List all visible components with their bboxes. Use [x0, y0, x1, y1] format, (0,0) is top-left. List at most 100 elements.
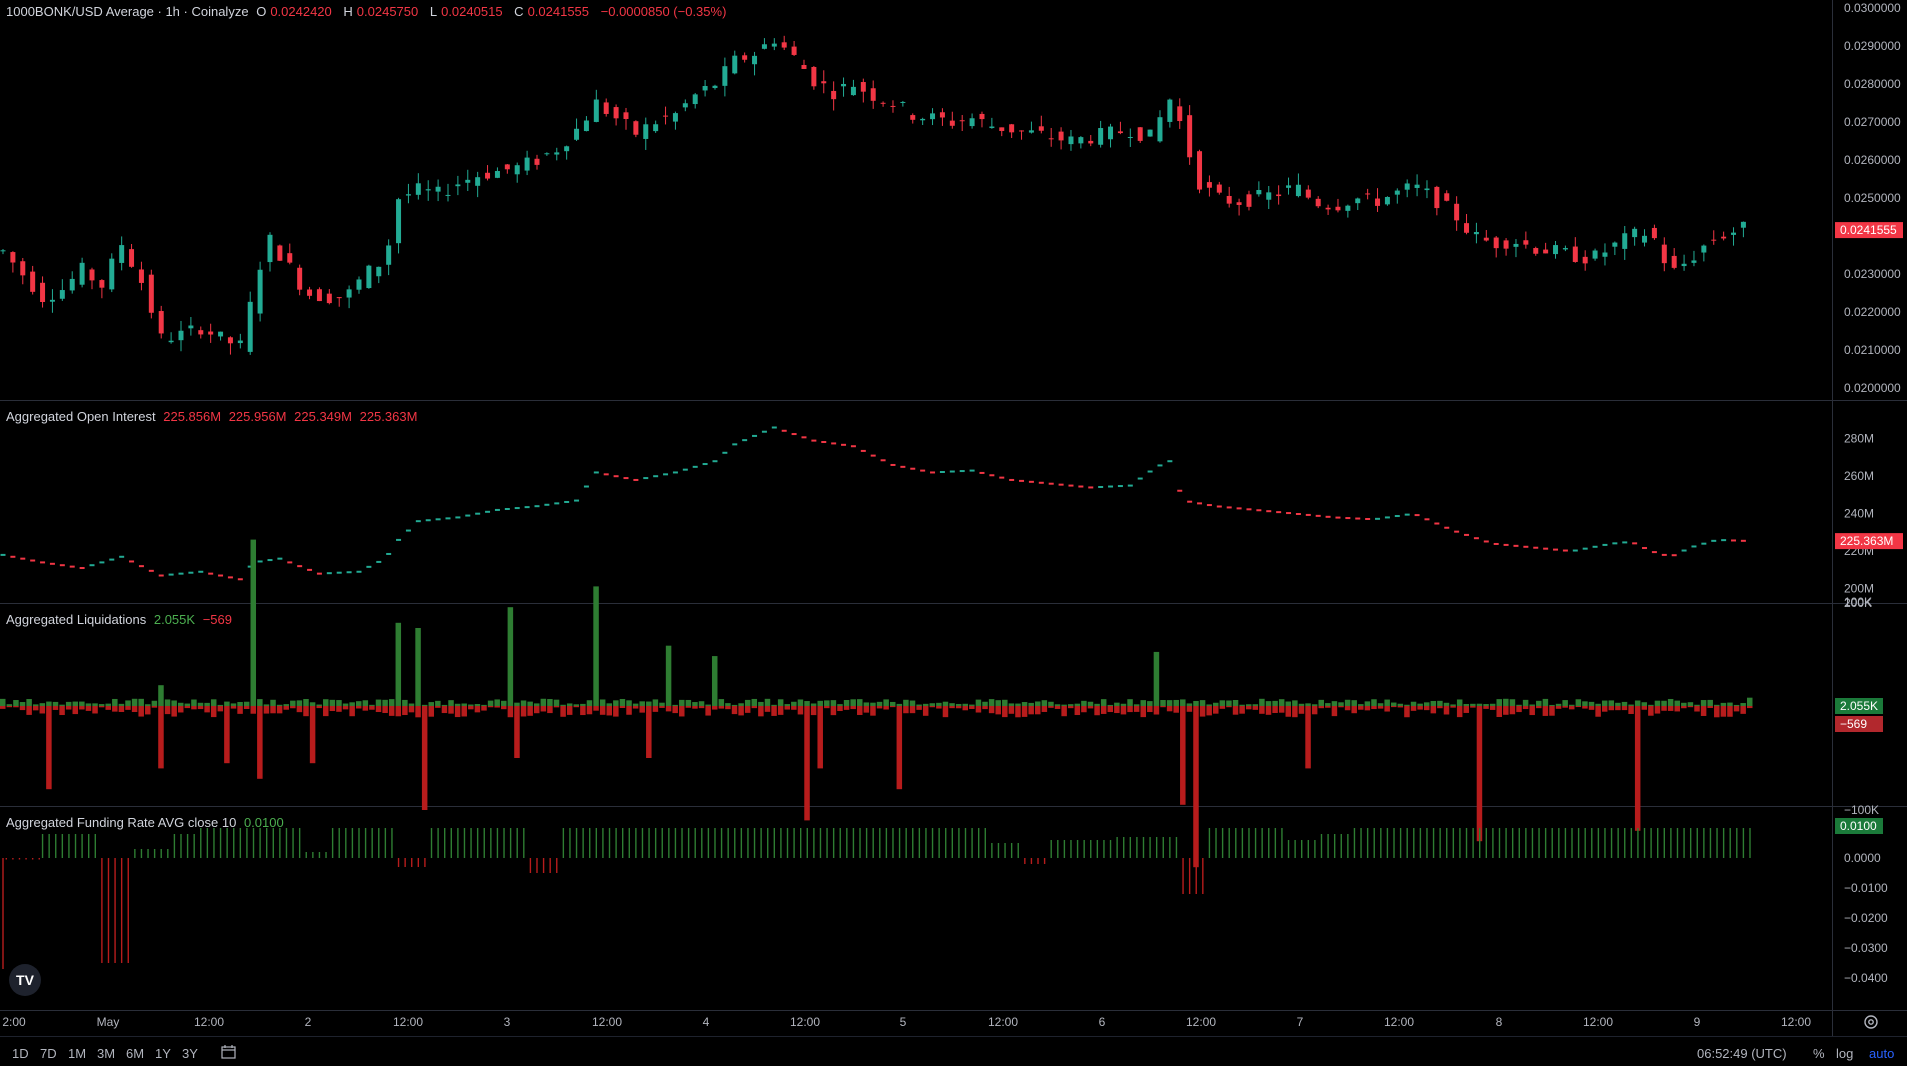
liq-short-bar — [303, 706, 309, 717]
candle-body — [376, 266, 382, 277]
liq-long-bar — [448, 700, 454, 706]
liq-long-bar — [1061, 704, 1067, 706]
chart-canvas[interactable]: 0.0300000 0.0290000 0.0280000 0.0270000 0.02… — [0, 0, 1907, 1065]
liq-short-bar — [1509, 706, 1516, 715]
liq-short-bar — [1562, 706, 1568, 708]
liq-short-bar — [1292, 706, 1298, 718]
liq-long-bar — [1536, 700, 1542, 706]
liq-short-bar — [481, 706, 487, 711]
candle-body — [1108, 126, 1114, 140]
settings-gear-icon[interactable] — [1863, 1014, 1879, 1030]
liq-short-bar — [646, 706, 652, 758]
liq-long-bar — [1582, 701, 1588, 706]
liq-short-bar — [705, 706, 711, 716]
liq-long-bar — [560, 704, 566, 706]
liq-long-bar — [171, 700, 177, 706]
liq-long-bar — [270, 699, 276, 706]
liq-short-bar — [1054, 706, 1061, 709]
timeframe-3y[interactable]: 3Y — [182, 1046, 198, 1061]
liq-short-bar — [501, 706, 507, 710]
liq-short-bar — [1740, 706, 1746, 714]
oi-title: Aggregated Open Interest — [6, 409, 156, 424]
liq-long-bar — [164, 699, 171, 706]
liq-long-bar — [1509, 699, 1516, 706]
timeframe-1m[interactable]: 1M — [68, 1046, 86, 1061]
liq-long-bar — [626, 700, 632, 706]
date-range-icon[interactable] — [221, 1045, 237, 1059]
liq-short-bar — [1272, 706, 1278, 713]
liq-long-bar — [547, 699, 553, 706]
liq-long-bar — [804, 701, 810, 706]
liq-long-bar — [59, 704, 65, 706]
price-tick-label: 0.0200000 — [1844, 381, 1901, 395]
liq-long-bar — [863, 702, 870, 706]
candle-body — [801, 64, 807, 69]
liq-short-bar — [731, 706, 738, 715]
timeframe-7d[interactable]: 7D — [40, 1046, 57, 1061]
liq-long-bar — [857, 699, 863, 706]
liq-short-bar — [72, 706, 79, 715]
candle-body — [1622, 233, 1628, 249]
liq-long-bar — [1489, 703, 1496, 706]
liq-short-bar — [1094, 706, 1100, 716]
liq-long-bar — [751, 698, 758, 706]
liq-long-bar — [369, 704, 375, 706]
log-scale-toggle[interactable]: log — [1836, 1046, 1853, 1061]
price-tick-label: 0.0290000 — [1844, 39, 1901, 53]
liq-short-bar — [1747, 706, 1753, 709]
utc-clock[interactable]: 06:52:49 (UTC) — [1697, 1046, 1787, 1061]
candle-body — [633, 121, 639, 135]
liq-short-bar — [435, 706, 441, 708]
liq-short-bar — [619, 706, 626, 708]
timeframe-6m[interactable]: 6M — [126, 1046, 144, 1061]
liq-short-bar — [171, 706, 177, 717]
liq-short-bar — [323, 706, 329, 717]
liq-short-bar — [1140, 706, 1146, 718]
liq-short-bar — [1344, 706, 1351, 711]
liq-long-bar — [263, 704, 270, 706]
candle-body — [860, 82, 866, 92]
liq-short-bar — [59, 706, 65, 716]
candle-body — [445, 194, 451, 196]
candle-body — [1147, 129, 1153, 137]
liq-short-bar — [817, 706, 823, 769]
candle-body — [554, 152, 560, 155]
candle-body — [742, 55, 748, 60]
liq-long-bar — [1562, 700, 1568, 706]
liq-long-bar — [1213, 702, 1219, 706]
percent-scale-toggle[interactable]: % — [1813, 1046, 1825, 1061]
candle-body — [999, 127, 1005, 131]
liq-long-bar — [1377, 703, 1384, 706]
liq-short-bar — [79, 706, 85, 710]
liq-long-bar — [1727, 702, 1733, 706]
candle-body — [761, 44, 767, 49]
liq-long-bar — [0, 698, 6, 706]
liq-long-bar — [1542, 698, 1549, 706]
candle-body — [1592, 250, 1598, 259]
candle-body — [1582, 256, 1588, 264]
auto-scale-toggle[interactable]: auto — [1869, 1046, 1894, 1061]
liq-short-bar — [1681, 706, 1687, 709]
liq-short-bar — [1226, 706, 1232, 708]
liq-long-bar — [1344, 699, 1351, 706]
liq-long-bar — [138, 698, 144, 706]
liq-short-bar — [1021, 706, 1028, 717]
liq-short-bar — [1437, 706, 1443, 709]
liq-short-bar — [560, 706, 566, 717]
liq-long-bar — [421, 704, 428, 706]
candle-body — [316, 289, 322, 302]
liq-short-bar — [1133, 706, 1140, 712]
timeframe-3m[interactable]: 3M — [97, 1046, 115, 1061]
timeframe-1y[interactable]: 1Y — [155, 1046, 171, 1061]
candle-body — [1216, 184, 1222, 193]
funding-tick-label: −0.0300 — [1844, 941, 1888, 955]
tradingview-logo[interactable]: TV — [9, 964, 41, 996]
timeframe-1d[interactable]: 1D — [12, 1046, 29, 1061]
liq-short-bar — [1489, 706, 1496, 710]
liq-short-bar — [1074, 706, 1081, 716]
liq-short-bar — [1549, 706, 1555, 716]
liq-long-bar — [1100, 699, 1107, 706]
liq-short-bar — [276, 706, 283, 714]
candle-body — [1305, 189, 1311, 198]
price-tick-label: 0.0260000 — [1844, 153, 1901, 167]
